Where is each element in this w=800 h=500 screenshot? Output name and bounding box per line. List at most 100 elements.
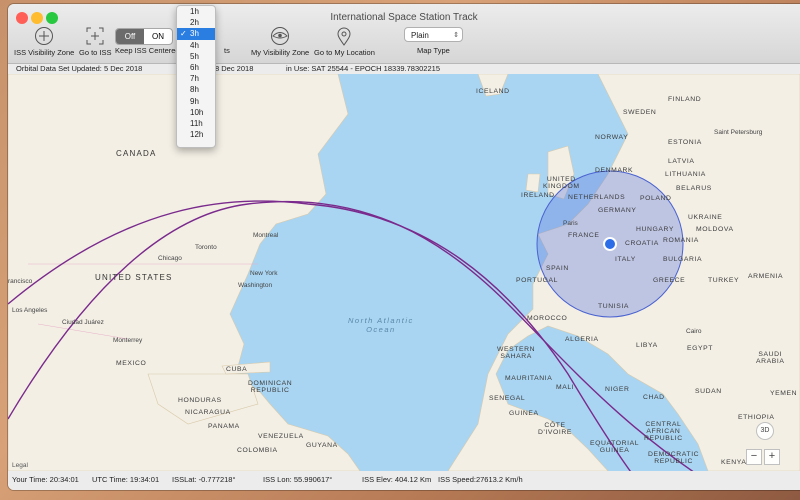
label-bulgaria: BULGARIA [663, 256, 703, 263]
label-cote-divoire: CÔTE D'IVOIRE [538, 422, 573, 436]
map-type-select[interactable]: Plain ⇕ [404, 27, 463, 42]
track-hours-option-label: 4h [190, 40, 199, 50]
label-hungary: HUNGARY [636, 226, 675, 233]
your-time: Your Time: 20:34:01 [12, 475, 79, 484]
date-partial: 8 Dec 2018 [215, 64, 254, 73]
label-monterrey: Monterrey [113, 337, 143, 344]
label-cuba: CUBA [226, 366, 248, 373]
track-hours-option-label: 2h [190, 18, 199, 28]
label-portugal: PORTUGAL [516, 277, 559, 284]
crosshair-square-icon [86, 27, 104, 45]
track-hours-option-label: 1h [190, 7, 199, 16]
track-hours-option-label: 5h [190, 51, 199, 61]
label-ireland: IRELAND [521, 192, 555, 199]
label-latvia: LATVIA [668, 158, 695, 165]
label-democratic-republic: DEMOCRATIC REPUBLIC [648, 451, 700, 465]
world-map[interactable]: ICELAND SWEDEN FINLAND NORWAY Saint Pete… [8, 74, 800, 471]
track-hours-option[interactable]: 7h [177, 73, 215, 84]
iss-latitude: ISSLat: -0.777218° [172, 475, 236, 484]
map-3d-button[interactable]: 3D [756, 422, 774, 440]
label-united-kingdom: UNITED KINGDOM [543, 176, 580, 190]
label-sudan: SUDAN [695, 388, 722, 395]
track-hours-option[interactable]: 9h [177, 96, 215, 107]
label-central-african-republic: CENTRAL AFRICAN REPUBLIC [644, 421, 683, 442]
label-equatorial-guinea: EQUATORIAL GUINEA [590, 440, 640, 454]
track-hours-option[interactable]: 6h [177, 62, 215, 73]
label-guinea: GUINEA [509, 410, 539, 417]
map-type-value: Plain [411, 31, 429, 40]
go-to-my-location-button[interactable]: Go to My Location [314, 26, 375, 57]
label-italy: ITALY [615, 256, 636, 263]
track-hours-option[interactable]: 1h [177, 6, 215, 17]
my-visibility-zone-label: My Visibility Zone [251, 48, 310, 57]
label-spain: SPAIN [546, 265, 569, 272]
label-sweden: SWEDEN [623, 109, 657, 116]
label-poland: POLAND [640, 195, 672, 202]
my-visibility-zone-button[interactable]: My Visibility Zone [251, 26, 309, 57]
label-kenya: KENYA [721, 459, 747, 466]
track-hours-option[interactable]: 5h [177, 51, 215, 62]
label-nicaragua: NICARAGUA [185, 409, 231, 416]
zoom-in-button[interactable]: + [764, 449, 780, 465]
iss-position-marker[interactable] [603, 237, 617, 251]
tle-in-use: in Use: SAT 25544 - EPOCH 18339.78302215 [286, 64, 440, 73]
label-chicago: Chicago [158, 255, 182, 262]
label-senegal: SENEGAL [489, 395, 526, 402]
track-hours-option-label: 10h [190, 107, 204, 117]
label-colombia: COLOMBIA [237, 447, 278, 454]
track-hours-option[interactable]: ✓ 3h [177, 28, 215, 40]
toolbar: International Space Station Track ISS Vi… [8, 4, 800, 64]
go-to-iss-button[interactable]: Go to ISS [79, 26, 112, 57]
label-venezuela: VENEZUELA [258, 433, 304, 440]
toggle-off-option[interactable]: Off [116, 29, 144, 44]
label-mexico: MEXICO [116, 360, 147, 367]
iss-elevation: ISS Elev: 404.12 Km [362, 475, 432, 484]
track-hours-option[interactable]: 10h [177, 107, 215, 118]
window-title: International Space Station Track [330, 12, 478, 23]
track-hours-option-label: 7h [190, 74, 199, 84]
label-dominican-republic: DOMINICAN REPUBLIC [248, 380, 293, 394]
label-estonia: ESTONIA [668, 139, 702, 146]
track-hours-option-label: 9h [190, 96, 199, 106]
status-bar: Your Time: 20:34:01 UTC Time: 19:34:01 I… [8, 471, 800, 490]
track-hours-option[interactable]: 4h [177, 40, 215, 51]
label-guyana: GUYANA [306, 442, 338, 449]
location-pin-icon [337, 27, 351, 46]
label-france: FRANCE [568, 232, 600, 239]
toggle-on-option[interactable]: ON [144, 29, 172, 44]
zoom-out-button[interactable]: − [746, 449, 762, 465]
eye-icon [271, 27, 290, 45]
track-hours-dropdown[interactable]: 1h 2h ✓ 3h 4h 5h 6h 7h 8h 9h 10h 11h 12h [176, 5, 216, 148]
track-hours-option[interactable]: 12h [177, 129, 215, 140]
label-ukraine: UKRAINE [688, 214, 723, 221]
label-mauritania: MAURITANIA [505, 375, 553, 382]
label-yemen: YEMEN [770, 390, 798, 397]
label-san-francisco-partial: rancisco [8, 278, 33, 285]
track-hours-option-label: 11h [190, 118, 203, 128]
label-germany: GERMANY [598, 207, 637, 214]
track-hours-option-label: 3h [190, 29, 199, 39]
label-norway: NORWAY [595, 134, 629, 141]
label-moldova: MOLDOVA [696, 226, 734, 233]
track-hours-option[interactable]: 2h [177, 17, 215, 28]
label-paris: Paris [563, 220, 578, 227]
label-ciudad-juarez: Ciudad Juárez [62, 319, 104, 326]
track-hours-option[interactable]: 11h [177, 118, 215, 129]
label-chad: CHAD [643, 394, 665, 401]
utc-time: UTC Time: 19:34:01 [92, 475, 160, 484]
track-hours-option[interactable]: 8h [177, 84, 215, 95]
label-algeria: ALGERIA [565, 336, 599, 343]
keep-centered-toggle[interactable]: Off ON [115, 28, 173, 45]
label-mali: MALI [556, 384, 575, 391]
go-to-my-location-label: Go to My Location [314, 48, 375, 57]
legal-link[interactable]: Legal [12, 462, 28, 469]
label-romania: ROMANIA [663, 237, 699, 244]
iss-longitude: ISS Lon: 55.990617° [263, 475, 333, 484]
label-armenia: ARMENIA [748, 273, 784, 280]
iss-visibility-zone-button[interactable]: ISS Visibility Zone [14, 26, 74, 57]
track-hours-option-label: 6h [190, 62, 199, 72]
iss-visibility-zone-label: ISS Visibility Zone [14, 48, 75, 57]
label-cairo: Cairo [686, 328, 702, 335]
label-lithuania: LITHUANIA [665, 171, 706, 178]
orbital-data-updated: Orbital Data Set Updated: 5 Dec 2018 [16, 64, 143, 73]
